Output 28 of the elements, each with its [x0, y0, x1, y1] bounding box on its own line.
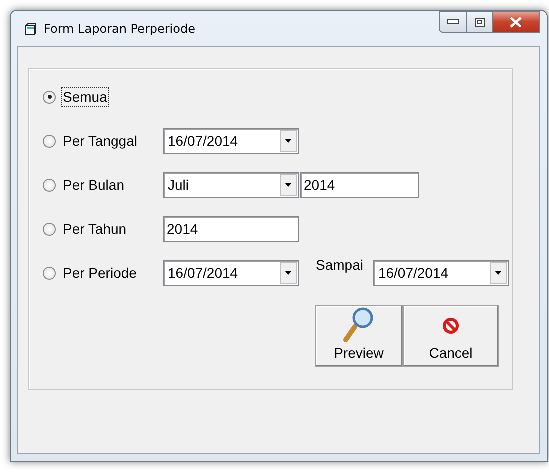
maximize-button[interactable]	[467, 11, 493, 33]
date-dropdown[interactable]: 16/07/2014	[163, 260, 299, 286]
form-icon	[25, 23, 38, 36]
radio-button[interactable]: Per Bulan	[43, 173, 163, 197]
minimize-icon	[447, 19, 459, 25]
prohibited-icon	[443, 317, 459, 335]
year-field[interactable]: 2014	[163, 216, 299, 242]
field-label: Sampai	[316, 257, 364, 273]
radio-button[interactable]: Per Periode	[43, 261, 163, 285]
radio-button[interactable]: Semua	[43, 85, 163, 109]
preview-button[interactable]: Preview	[315, 305, 403, 367]
date-dropdown[interactable]: Juli	[163, 172, 299, 198]
radio-button[interactable]: Per Tahun	[43, 217, 163, 241]
dropdown-arrow-icon	[495, 271, 502, 275]
radio-button[interactable]: Per Tanggal	[43, 129, 163, 153]
dropdown-arrow-icon	[285, 139, 292, 143]
date-dropdown[interactable]: 16/07/2014	[373, 260, 510, 286]
date-dropdown[interactable]: 16/07/2014	[163, 128, 299, 154]
cancel-button[interactable]: Cancel	[403, 305, 499, 367]
window-title: Form Laporan Perperiode	[44, 22, 196, 36]
magnifier-icon	[343, 307, 375, 343]
dropdown-arrow-icon	[285, 183, 292, 187]
close-icon	[510, 16, 522, 28]
dropdown-arrow-icon	[285, 271, 292, 275]
year-field[interactable]: 2014	[300, 172, 419, 198]
minimize-button[interactable]	[439, 11, 467, 33]
close-button[interactable]	[493, 11, 540, 33]
maximize-icon	[474, 18, 484, 26]
